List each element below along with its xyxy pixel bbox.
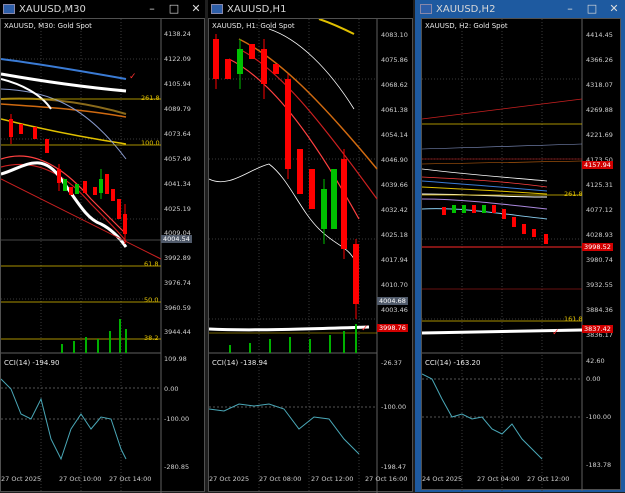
price-label: 4125.31: [586, 181, 613, 189]
fib-level-label: 61.8: [144, 260, 159, 268]
time-label: 27 Oct 04:00: [477, 475, 520, 483]
maximize-button[interactable]: □: [585, 2, 599, 15]
price-label: 4138.24: [164, 30, 191, 38]
fib-level-label: 161.8: [564, 315, 583, 323]
price-chart[interactable]: ✓ XAUUSD, H1: Gold Spot 4083.10 4075.86 …: [208, 18, 413, 493]
chart-window-h1[interactable]: XAUUSD,H1 ✓ XAUUSD, H1: Gold Spot 4083.1…: [208, 0, 413, 493]
close-button[interactable]: ✕: [189, 2, 203, 15]
chart-symbol-label: XAUUSD, H2: Gold Spot: [425, 22, 508, 30]
price-label: 4105.94: [164, 80, 191, 88]
price-label: 3980.74: [586, 256, 613, 264]
chart-symbol-label: XAUUSD, M30: Gold Spot: [4, 22, 92, 30]
time-label: 27 Oct 2025: [1, 475, 42, 483]
indicator-label: CCI(14) -194.90: [4, 359, 60, 367]
indicator-level: -100.00: [586, 413, 612, 421]
minimize-button[interactable]: –: [563, 2, 577, 15]
price-tag-red: 4157.94: [582, 161, 613, 169]
svg-text:✓: ✓: [361, 324, 369, 334]
price-label: 4077.12: [586, 206, 613, 214]
chart-icon: [3, 4, 15, 14]
price-label: 4028.93: [586, 231, 613, 239]
price-label: 4366.26: [586, 56, 613, 64]
chart-icon: [211, 4, 223, 14]
price-label: 4414.45: [586, 31, 613, 39]
window-titlebar[interactable]: XAUUSD,H2 – □ ✕: [417, 0, 623, 18]
indicator-level: -100.00: [381, 403, 407, 411]
price-label: 3884.36: [586, 306, 613, 314]
volume-label: 109.98: [164, 355, 187, 363]
price-tag-red: 3837.42: [582, 325, 613, 333]
price-label: 4017.94: [381, 256, 408, 264]
fib-level-label: 100.0: [141, 139, 160, 147]
indicator-level: -183.78: [586, 461, 612, 469]
time-label: 27 Oct 14:00: [109, 475, 152, 483]
price-label: 4089.79: [164, 105, 191, 113]
price-tag-red: 3998.76: [377, 324, 408, 332]
indicator-level: 0.00: [586, 375, 601, 383]
price-label: 4025.19: [164, 205, 191, 213]
window-title: XAUUSD,H2: [436, 3, 496, 15]
window-title: XAUUSD,M30: [19, 3, 86, 15]
price-label: 4068.62: [381, 81, 408, 89]
time-label: 24 Oct 2025: [422, 475, 463, 483]
window-titlebar[interactable]: XAUUSD,H1: [208, 0, 413, 18]
indicator-level: -26.37: [381, 359, 402, 367]
price-label: 4083.10: [381, 31, 408, 39]
price-label: 4010.70: [381, 281, 408, 289]
price-label: 4025.18: [381, 231, 408, 239]
indicator-level: -280.85: [164, 463, 190, 471]
fib-level-label: 261.8: [564, 190, 583, 198]
current-price-tag: 4004.54: [161, 235, 192, 243]
price-label: 4054.14: [381, 131, 408, 139]
price-label: 4032.42: [381, 206, 408, 214]
maximize-button[interactable]: □: [167, 2, 181, 15]
time-label: 27 Oct 2025: [209, 475, 250, 483]
indicator-level: -198.47: [381, 463, 407, 471]
minimize-button[interactable]: –: [145, 2, 159, 15]
price-label: 3992.89: [164, 254, 191, 262]
price-label: 4269.88: [586, 106, 613, 114]
close-button[interactable]: ✕: [607, 2, 621, 15]
price-label: 3976.74: [164, 279, 191, 287]
fib-level-label: 261.8: [141, 94, 160, 102]
price-label: 3944.44: [164, 328, 191, 336]
price-chart[interactable]: ✓ XAUUSD, M30: Gold Spot 4138.24 4122.09…: [0, 18, 205, 493]
price-label: 4003.46: [381, 306, 408, 314]
current-price-tag: 4004.68: [377, 297, 408, 305]
fib-level-label: 50.0: [144, 296, 159, 304]
indicator-label: CCI(14) -138.94: [212, 359, 268, 367]
indicator-label: CCI(14) -163.20: [425, 359, 481, 367]
window-titlebar[interactable]: XAUUSD,M30 – □ ✕: [0, 0, 205, 18]
price-chart[interactable]: ✓ XAUUSD, H2: Gold Spot 4414.45 4366.26 …: [421, 18, 621, 491]
price-tag-red: 3998.52: [582, 243, 613, 251]
svg-text:✓: ✓: [129, 72, 137, 82]
chart-window-h2[interactable]: XAUUSD,H2 – □ ✕ ✓ XAUUSD, H2: Gold Spot …: [415, 0, 625, 492]
time-label: 27 Oct 12:00: [311, 475, 354, 483]
price-label: 3960.59: [164, 304, 191, 312]
svg-text:✓: ✓: [552, 328, 560, 338]
time-label: 27 Oct 12:00: [527, 475, 570, 483]
price-label: 4221.69: [586, 131, 613, 139]
indicator-level: 42.60: [586, 357, 605, 365]
price-label: 4046.90: [381, 156, 408, 164]
chart-icon: [420, 4, 432, 14]
time-label: 27 Oct 16:00: [365, 475, 408, 483]
time-label: 27 Oct 10:00: [59, 475, 102, 483]
chart-symbol-label: XAUUSD, H1: Gold Spot: [212, 22, 295, 30]
time-label: 27 Oct 08:00: [259, 475, 302, 483]
price-label: 3932.55: [586, 281, 613, 289]
chart-window-m30[interactable]: XAUUSD,M30 – □ ✕ ✓ XAUUSD, M30: Gold Spo…: [0, 0, 205, 493]
fib-level-label: 38.2: [144, 334, 159, 342]
price-label: 4075.86: [381, 56, 408, 64]
price-label: 4061.38: [381, 106, 408, 114]
price-label: 4041.34: [164, 180, 191, 188]
price-label: 4057.49: [164, 155, 191, 163]
window-title: XAUUSD,H1: [227, 3, 287, 15]
price-label: 4318.07: [586, 81, 613, 89]
indicator-level: -100.00: [164, 415, 190, 423]
price-label: 4039.66: [381, 181, 408, 189]
indicator-level: 0.00: [164, 385, 179, 393]
price-label: 4073.64: [164, 130, 191, 138]
price-label: 4122.09: [164, 55, 191, 63]
